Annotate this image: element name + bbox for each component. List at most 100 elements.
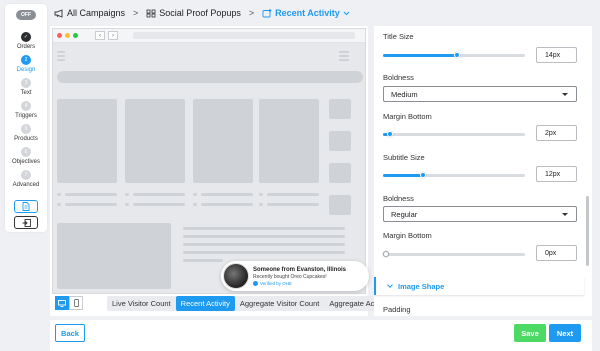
tab-live-visitor-count[interactable]: Live Visitor Count [107, 296, 176, 311]
forward-arrow-icon: › [108, 31, 118, 40]
recent-activity-notification[interactable]: Someone from Evanston, Illinois Recently… [221, 261, 369, 291]
chevron-down-icon [387, 282, 393, 288]
product-image [223, 263, 249, 289]
notification-text: Someone from Evanston, Illinois Recently… [253, 267, 346, 286]
step-label: Text [20, 90, 32, 96]
desktop-view-button[interactable] [55, 296, 69, 310]
breadcrumb-separator: > [133, 8, 139, 18]
title-margin-input[interactable]: 2px [536, 125, 577, 141]
mobile-view-button[interactable] [69, 296, 83, 310]
step-label: Products [14, 136, 38, 142]
breadcrumb-separator: > [248, 8, 255, 18]
browser-chrome: ‹ › [53, 29, 365, 43]
exit-icon [22, 218, 31, 227]
step-objectives[interactable]: 6 Objectives [5, 147, 47, 165]
chevron-down-icon[interactable] [343, 11, 350, 16]
title-size-label: Title Size [383, 32, 414, 41]
step-label: Design [16, 67, 36, 73]
verified-check-icon [253, 280, 258, 286]
desktop-icon [58, 299, 66, 307]
padding-label: Padding [383, 305, 411, 314]
step-products[interactable]: 5 Products [5, 124, 47, 142]
document-icon [22, 202, 30, 211]
subtitle-size-slider[interactable] [383, 172, 525, 178]
recent-activity-icon [262, 8, 272, 17]
title-boldness-select[interactable]: Medium [383, 86, 577, 102]
caret-down-icon [562, 92, 568, 96]
step-advanced[interactable]: 7 Advanced [5, 170, 47, 188]
subtitle-margin-slider[interactable] [383, 251, 525, 257]
tab-recent-activity[interactable]: Recent Activity [175, 296, 235, 311]
exit-button[interactable] [14, 216, 38, 229]
subtitle-boldness-select[interactable]: Regular [383, 206, 577, 222]
title-size-input[interactable]: 14px [536, 47, 577, 63]
section-image-shape[interactable]: Image Shape [374, 277, 584, 295]
step-number: 6 [21, 147, 31, 157]
preview-panel: ‹ › Someone from Evanston, Illinois Rece… [50, 26, 395, 316]
step-number: 7 [21, 170, 31, 180]
settings-scrollbar[interactable] [586, 196, 589, 266]
slider-fill [383, 54, 457, 57]
breadcrumb: All Campaigns > Social Proof Popups > Re… [48, 0, 600, 26]
slider-handle[interactable] [453, 52, 460, 58]
step-orders[interactable]: ✓ Orders [5, 32, 47, 50]
verified-text: Verified by OHE [260, 280, 293, 286]
notification-subtitle: Recently bought Oreo Cupcakes! [253, 273, 327, 280]
megaphone-icon [54, 8, 63, 18]
verified-badge: Verified by OHE [253, 280, 346, 286]
step-text[interactable]: 3 Text [5, 78, 47, 96]
step-number: 2 [21, 55, 31, 65]
notification-title: Someone from Evanston, Illinois [253, 266, 347, 273]
step-triggers[interactable]: 4 Triggers [5, 101, 47, 119]
device-switcher [55, 296, 83, 310]
breadcrumb-label: All Campaigns [67, 8, 126, 18]
slider-handle[interactable] [387, 131, 394, 137]
next-button[interactable]: Next [549, 324, 581, 342]
minimize-dot-icon [65, 33, 70, 38]
step-number: 4 [21, 101, 31, 111]
boldness-label: Boldness [383, 73, 414, 82]
breadcrumb-label: Recent Activity [275, 8, 340, 18]
select-value: Medium [391, 89, 418, 99]
breadcrumb-social-proof[interactable]: Social Proof Popups [146, 8, 241, 18]
back-arrow-icon: ‹ [95, 31, 105, 40]
wireframe-menu-icon [57, 51, 65, 53]
subtitle-size-input[interactable]: 12px [536, 166, 577, 182]
slider-handle[interactable] [419, 172, 426, 178]
campaign-status-toggle[interactable]: OFF [16, 10, 36, 20]
tab-aggregate-visitor-count[interactable]: Aggregate Visitor Count [235, 296, 325, 311]
breadcrumb-all-campaigns[interactable]: All Campaigns [54, 8, 125, 18]
select-value: Regular [391, 209, 418, 219]
footer-bar: Back Save Next [50, 320, 592, 351]
slider-handle[interactable] [383, 251, 389, 257]
document-button[interactable] [14, 200, 38, 213]
url-bar [133, 32, 355, 39]
title-margin-slider[interactable] [383, 131, 525, 137]
browser-mockup: ‹ › Someone from Evanston, Illinois Rece… [52, 28, 369, 294]
close-dot-icon [57, 33, 62, 38]
step-number: 5 [21, 124, 31, 134]
subtitle-margin-input[interactable]: 0px [536, 245, 577, 261]
margin-bottom-label: Margin Bottom [383, 112, 432, 121]
breadcrumb-label: Social Proof Popups [159, 8, 241, 18]
grid-icon [146, 9, 156, 17]
back-button[interactable]: Back [55, 324, 85, 342]
breadcrumb-recent-activity[interactable]: Recent Activity [262, 8, 350, 18]
step-number: 3 [21, 78, 31, 88]
step-sidebar: OFF ✓ Orders 2 Design 3 Text 4 Triggers … [5, 4, 47, 232]
mobile-icon [73, 299, 79, 307]
step-label: Objectives [11, 159, 40, 165]
step-design[interactable]: 2 Design [5, 55, 47, 73]
preview-type-tabs: Live Visitor Count Recent Activity Aggre… [107, 296, 395, 311]
check-icon: ✓ [21, 32, 31, 42]
step-label: Orders [16, 44, 36, 50]
settings-panel: Title Size 14px Boldness Medium Margin B… [374, 26, 592, 316]
caret-down-icon [562, 212, 568, 216]
save-button[interactable]: Save [514, 324, 546, 342]
slider-fill [383, 174, 423, 177]
step-label: Triggers [15, 113, 37, 119]
step-label: Advanced [12, 182, 40, 188]
boldness-label: Boldness [383, 194, 414, 203]
section-title: Image Shape [398, 281, 445, 291]
title-size-slider[interactable] [383, 52, 525, 58]
